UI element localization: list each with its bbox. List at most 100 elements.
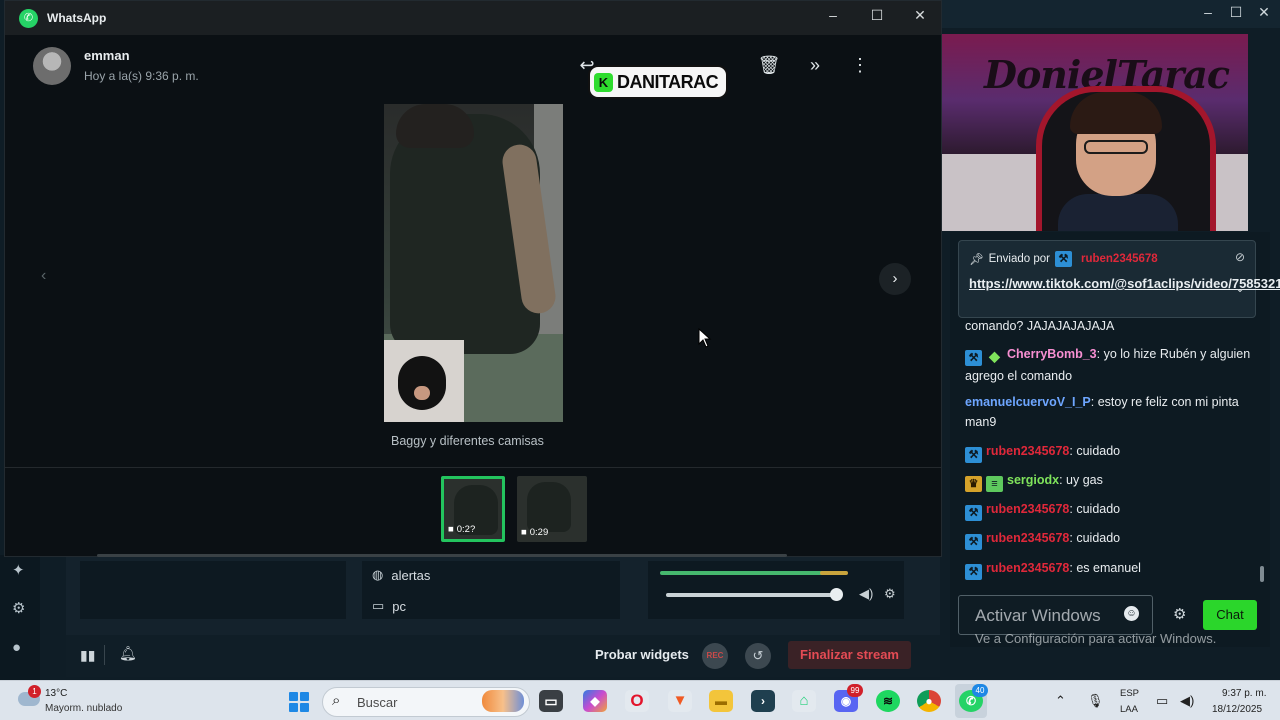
chat-user[interactable]: ruben2345678 (986, 502, 1069, 516)
copilot-icon[interactable]: ◆ (583, 690, 607, 712)
chevron-up-icon[interactable]: ⌃ (1055, 693, 1066, 709)
whatsapp-badge: 40 (972, 684, 988, 697)
search-highlight-icon[interactable] (482, 690, 524, 712)
sub-badge-icon: ≡ (986, 476, 1003, 492)
diamond-badge-icon: ◆ (989, 348, 1000, 364)
chat-user[interactable]: ruben2345678 (986, 531, 1069, 545)
source-pc[interactable]: ▭ pc (372, 598, 406, 614)
language-code[interactable]: ESP (1120, 688, 1139, 699)
game-app-icon[interactable]: ⌂ (792, 690, 816, 712)
chat-user[interactable]: sergiodx (1007, 473, 1059, 487)
chat-text: : uy gas (1059, 473, 1103, 487)
windows-start-icon[interactable] (289, 692, 309, 712)
chat-send-button[interactable]: Chat (1203, 600, 1257, 630)
clock-date[interactable]: 18/12/2025 (1212, 704, 1262, 715)
search-placeholder: Buscar (357, 695, 398, 710)
moderator-badge-icon: ⚒ (965, 350, 982, 366)
thumbnail-duration: ■ 0:2? (448, 524, 475, 535)
probar-widgets-button[interactable]: Probar widgets (595, 647, 689, 662)
spotify-icon[interactable]: ≋ (876, 690, 900, 712)
minimize-icon[interactable]: – (818, 7, 848, 23)
close-icon[interactable]: ✕ (905, 7, 935, 24)
pinned-link[interactable]: https://www.tiktok.com/@sof1aclips/video… (969, 275, 1280, 293)
chat-user[interactable]: ruben2345678 (986, 444, 1069, 458)
keyboard-layout[interactable]: LAA (1120, 704, 1138, 715)
replay-icon[interactable]: ↺ (745, 643, 771, 669)
mouse-cursor-icon (698, 328, 712, 348)
weather-alert-badge: 1 (28, 685, 41, 698)
chevron-left-icon[interactable]: ‹ (41, 267, 46, 285)
gear-icon[interactable]: ⚙ (884, 586, 896, 602)
terminal-app-icon[interactable]: › (751, 690, 775, 712)
desktop: – ☐ ✕ ✦ ⚙ ● ◀) ⚙ ◍ alertas ▭ pc ▮▮ 🔔︎ Pr… (0, 0, 1280, 720)
chevron-right-icon[interactable]: › (879, 263, 911, 295)
clock-time[interactable]: 9:37 p. m. (1222, 688, 1266, 699)
duration-label: 0:29 (529, 527, 549, 538)
pinned-message[interactable]: 📌︎ Enviado por ⚒ ruben2345678 ⊘ https://… (958, 240, 1280, 318)
pinned-user[interactable]: ruben2345678 (1081, 253, 1158, 265)
source-label: pc (392, 598, 407, 614)
whatsapp-logo-icon: ✆ (19, 9, 38, 28)
gear-icon[interactable]: ⚙ (12, 599, 25, 617)
speaker-icon[interactable]: ◀) (859, 586, 873, 602)
chat-scrollbar[interactable] (1260, 566, 1264, 582)
gear-icon[interactable]: ⚙ (1173, 605, 1186, 623)
rec-button[interactable]: REC (702, 643, 728, 669)
sparkle-icon[interactable]: ✦ (12, 561, 25, 579)
divider (104, 645, 105, 665)
chat-message: ⚒ ruben2345678: cuidado (965, 441, 1255, 463)
globe-icon: ◍ (372, 567, 384, 582)
kick-username: DANITARAC (617, 71, 719, 92)
streamer-hair (1070, 92, 1162, 134)
maximize-icon[interactable]: ☐ (1222, 4, 1250, 21)
user-icon[interactable]: ● (12, 639, 21, 656)
chat-user[interactable]: CherryBomb_3 (1007, 347, 1097, 361)
chat-message: emanuelcuervoV_I_P: estoy re feliz con m… (965, 392, 1255, 432)
thumbnail-scrollbar[interactable] (97, 554, 787, 557)
contact-name[interactable]: emman (84, 48, 130, 63)
media-thumbnail[interactable]: ■ 0:2? (441, 476, 505, 542)
maximize-icon[interactable]: ☐ (862, 7, 892, 24)
bell-icon[interactable]: 🔔︎ (119, 645, 137, 662)
opera-icon[interactable]: O (625, 690, 649, 712)
unpin-icon[interactable]: ⊘ (1235, 250, 1245, 264)
weather-description[interactable]: Mayorm. nublado (45, 703, 122, 714)
chrome-icon[interactable]: ● (917, 690, 941, 712)
chat-user[interactable]: emanuelcuervoV_I_P (965, 395, 1091, 409)
moderator-badge-icon: ⚒ (1054, 251, 1072, 267)
chat-message: ♛ ≡ sergiodx: uy gas (965, 470, 1255, 492)
moderator-badge-icon: ⚒ (965, 447, 982, 463)
stats-icon[interactable]: ▮▮ (80, 647, 95, 664)
chevron-down-icon[interactable]: ⌄ (1235, 281, 1245, 295)
file-explorer-icon[interactable]: ▬ (709, 690, 733, 712)
brave-icon[interactable]: ▼ (668, 690, 692, 712)
close-icon[interactable]: ✕ (1250, 4, 1278, 21)
finalizar-stream-button[interactable]: Finalizar stream (788, 641, 911, 669)
network-icon[interactable]: ▭ (1156, 693, 1168, 709)
more-icon[interactable]: ⋮ (848, 55, 872, 76)
chat-text: : es emanuel (1069, 561, 1141, 575)
delete-icon[interactable]: 🗑︎ (757, 55, 781, 76)
media-dog-mouth (414, 386, 430, 400)
chat-text: : cuidado (1069, 444, 1121, 458)
media-viewer[interactable] (384, 104, 563, 422)
volume-slider[interactable] (666, 593, 836, 597)
chat-user[interactable]: ruben2345678 (986, 561, 1069, 575)
minimize-icon[interactable]: – (1194, 4, 1222, 20)
source-alertas[interactable]: ◍ alertas (372, 567, 430, 583)
moderator-badge-icon: ⚒ (965, 564, 982, 580)
chat-message: ⚒ ruben2345678: cuidado (965, 528, 1255, 550)
weather-temperature[interactable]: 13°C (45, 688, 67, 699)
forward-icon[interactable]: » (803, 55, 827, 76)
streaming-titlebar: – ☐ ✕ (942, 0, 1280, 28)
volume-icon[interactable]: ◀) (1180, 693, 1194, 709)
avatar[interactable] (33, 47, 71, 85)
left-rail: ✦ ⚙ ● (0, 555, 40, 680)
task-view-icon[interactable]: ▭ (539, 690, 563, 712)
volume-handle[interactable] (830, 588, 843, 601)
media-thumbnail[interactable]: ■ 0:29 (517, 476, 587, 542)
microphone-icon[interactable]: 🎙︎ (1087, 693, 1104, 709)
emoji-icon[interactable]: ☺ (1124, 606, 1139, 621)
moderator-badge-icon: ⚒ (965, 534, 982, 550)
whatsapp-window: ✆ WhatsApp – ☐ ✕ emman Hoy a la(s) 9:36 … (4, 0, 942, 557)
